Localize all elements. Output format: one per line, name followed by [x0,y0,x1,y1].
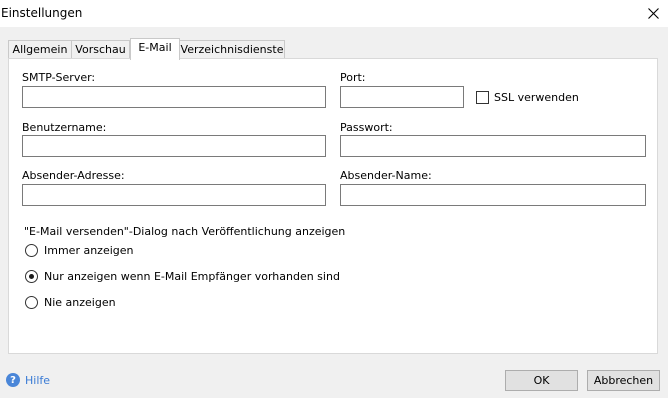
tab-label: Allgemein [12,43,68,56]
help-icon: ? [6,373,20,387]
close-button[interactable] [638,0,668,27]
cancel-button[interactable]: Abbrechen [587,370,660,391]
username-input[interactable] [22,135,326,157]
smtp-server-label: SMTP-Server: [22,71,96,84]
password-label: Passwort: [340,121,393,134]
ssl-label: SSL verwenden [494,91,579,104]
tab-verzeichnisdienste[interactable]: Verzeichnisdienste [179,40,285,59]
help-label: Hilfe [25,373,51,387]
sender-address-label: Absender-Adresse: [22,169,125,182]
radio-show-if-recipients[interactable] [25,270,38,283]
radio-show-if-recipients-label[interactable]: Nur anzeigen wenn E-Mail Empfänger vorha… [44,270,340,283]
sender-name-label: Absender-Name: [340,169,432,182]
radio-always-show-label[interactable]: Immer anzeigen [44,244,134,257]
sender-name-input[interactable] [340,184,646,206]
title-bar: Einstellungen [0,0,668,27]
smtp-server-input[interactable] [22,86,326,108]
window-title: Einstellungen [1,6,83,20]
tab-email[interactable]: E-Mail [130,38,180,60]
radio-never-show-label[interactable]: Nie anzeigen [44,296,116,309]
tab-label: Verzeichnisdienste [180,43,284,56]
sender-address-input[interactable] [22,184,326,206]
tab-label: E-Mail [138,41,172,54]
tab-allgemein[interactable]: Allgemein [8,40,72,59]
close-icon [647,8,659,19]
ssl-checkbox[interactable] [476,91,489,104]
ok-button[interactable]: OK [505,370,578,391]
password-input[interactable] [340,135,646,157]
port-label: Port: [340,71,366,84]
tab-vorschau[interactable]: Vorschau [71,40,130,59]
port-input[interactable] [340,86,464,108]
username-label: Benutzername: [22,121,107,134]
dialog-group-label: "E-Mail versenden"-Dialog nach Veröffent… [24,225,346,238]
radio-always-show[interactable] [25,244,38,257]
radio-never-show[interactable] [25,296,38,309]
tab-label: Vorschau [75,43,126,56]
help-link[interactable]: ? Hilfe [6,373,50,387]
